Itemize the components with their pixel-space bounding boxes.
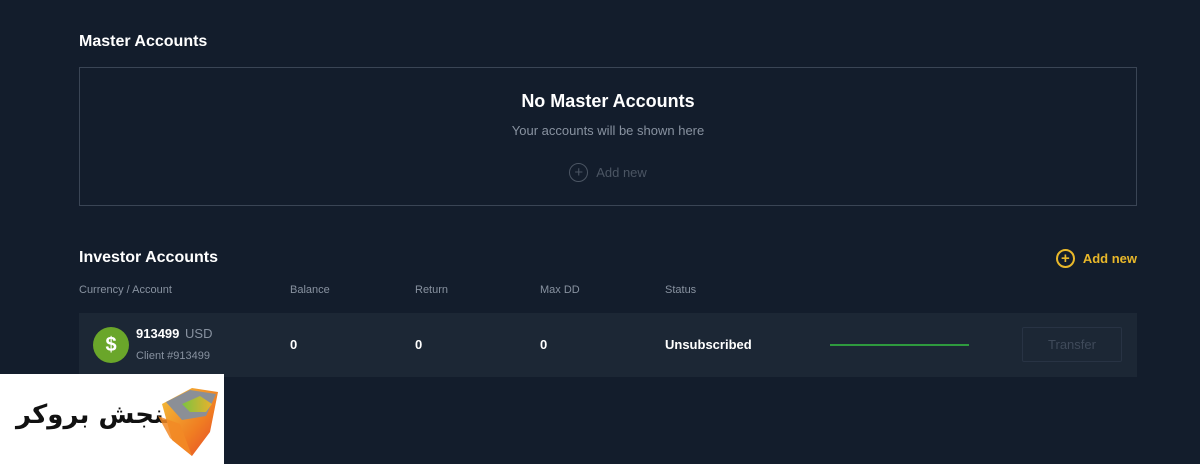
plus-circle-icon: + <box>569 163 589 182</box>
column-header-max-dd: Max DD <box>540 284 580 296</box>
status-value: Unsubscribed <box>665 337 752 352</box>
client-id: Client #913499 <box>136 350 211 362</box>
account-currency: USD <box>185 326 213 341</box>
plus-circle-icon: + <box>1055 249 1075 268</box>
master-accounts-title: Master Accounts <box>79 33 208 50</box>
account-number: 913499 USD <box>136 326 212 341</box>
transfer-button[interactable]: Transfer <box>1022 327 1122 362</box>
master-accounts-empty-panel: No Master Accounts Your accounts will be… <box>79 67 1137 206</box>
balance-value: 0 <box>290 337 298 352</box>
bull-logo-icon <box>158 388 218 456</box>
investor-accounts-title: Investor Accounts <box>79 249 218 266</box>
empty-state-subtext: Your accounts will be shown here <box>511 123 705 138</box>
investor-add-new-label: Add new <box>1082 251 1137 266</box>
dollar-icon: $ <box>93 327 129 363</box>
progress-fill <box>830 344 969 346</box>
master-add-new-button[interactable]: + Add new <box>80 163 1136 182</box>
status-progress-bar <box>830 344 969 346</box>
column-header-balance: Balance <box>290 284 330 296</box>
max-dd-value: 0 <box>540 337 548 352</box>
empty-state-heading: No Master Accounts <box>521 91 695 111</box>
investor-add-new-button[interactable]: + Add new <box>1055 249 1137 268</box>
page: Master Accounts No Master Accounts Your … <box>0 0 1200 464</box>
return-value: 0 <box>415 337 423 352</box>
master-add-new-label: Add new <box>596 165 647 180</box>
column-header-status: Status <box>665 284 697 296</box>
account-id: 913499 <box>136 326 180 341</box>
table-row[interactable]: $ 913499 USD Client #913499 0 0 0 Unsubs… <box>79 313 1137 377</box>
brand-logo: سنجش بروکر <box>0 374 224 464</box>
column-header-currency-account: Currency / Account <box>79 284 172 296</box>
column-header-return: Return <box>415 284 449 296</box>
